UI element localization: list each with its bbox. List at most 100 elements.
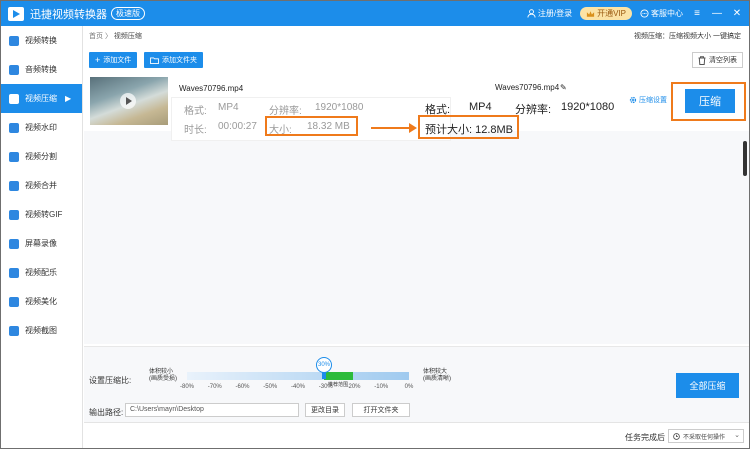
merge-icon [9, 180, 19, 191]
video-thumbnail[interactable] [90, 77, 168, 125]
sidebar-item-label: 视频转换 [25, 36, 57, 45]
output-file-name: Waves70796.mp4 [495, 83, 560, 92]
resolution-label: 分辨率: [269, 106, 302, 117]
help-center-link[interactable]: 客服中心 [640, 8, 683, 19]
compress-highlight-box [671, 82, 746, 121]
output-path-field[interactable]: C:\Users\mayn\Desktop [125, 403, 299, 417]
minimize-icon[interactable]: — [711, 8, 723, 19]
crown-icon [586, 10, 595, 17]
sidebar-item-split[interactable]: 视频分割 [1, 142, 82, 171]
compress-all-button[interactable]: 全部压缩 [676, 373, 739, 398]
sidebar-item-label: 视频转GIF [25, 210, 63, 219]
estimated-highlight-box [418, 115, 519, 139]
tick-label: -70% [207, 384, 222, 390]
sidebar-item-label: 音频转换 [25, 65, 57, 74]
page-hint: 视频压缩：压缩视频大小 一键搞定 [634, 33, 741, 40]
sidebar-item-label: 视频美化 [25, 297, 57, 306]
vip-button[interactable]: 开通VIP [580, 7, 632, 20]
watermark-icon [9, 122, 19, 133]
larger-size-note: (画质清晰) [423, 376, 451, 382]
output-resolution-value: 1920*1080 [561, 101, 615, 113]
sidebar-item-label: 屏幕录像 [25, 239, 57, 248]
active-arrow-icon: ▶ [65, 94, 72, 103]
add-file-button[interactable]: + 添加文件 [89, 52, 138, 68]
sidebar-item-video-convert[interactable]: 视频转换 [1, 26, 82, 55]
breadcrumb: 首页 〉 视频压缩 [89, 31, 142, 41]
sidebar-item-label: 视频水印 [25, 123, 57, 132]
sidebar-item-label: 视频分割 [25, 152, 57, 161]
open-folder-button[interactable]: 打开文件夹 [352, 403, 410, 417]
sidebar-item-label: 视频配乐 [25, 268, 57, 277]
annotation-arrow-icon [409, 123, 417, 133]
size-highlight-box [265, 116, 358, 136]
clear-list-label: 清空列表 [709, 57, 737, 64]
edit-icon[interactable]: ✎ [560, 83, 567, 92]
sidebar-item-watermark[interactable]: 视频水印 [1, 113, 82, 142]
title-bar: 迅捷视频转换器 极速版 注册/登录 开通VIP 客服中心 ≡ — ✕ [1, 1, 749, 26]
format-value: MP4 [218, 102, 239, 113]
breadcrumb-separator: 〉 [104, 33, 112, 40]
sidebar-item-screenshot[interactable]: 视频截图 [1, 316, 82, 345]
screen-record-icon [9, 238, 19, 249]
vip-label: 开通VIP [597, 9, 626, 18]
after-task-value: 不采取任何操作 [683, 434, 726, 441]
sidebar-item-gif[interactable]: 视频转GIF [1, 200, 82, 229]
file-item: Waves70796.mp4 格式: MP4 分辨率: 1920*1080 时长… [88, 75, 742, 141]
sidebar-item-beautify[interactable]: 视频美化 [1, 287, 82, 316]
format-label: 格式: [184, 106, 207, 117]
sidebar-item-audio-convert[interactable]: 音频转换 [1, 55, 82, 84]
compress-settings-link[interactable]: 压缩设置 [629, 95, 667, 105]
chevron-down-icon: ⌄ [734, 432, 740, 439]
ratio-slider-handle[interactable]: 30% [316, 357, 332, 373]
clear-list-button[interactable]: 清空列表 [692, 52, 743, 68]
app-logo-icon [8, 6, 24, 21]
duration-label: 时长: [184, 125, 207, 136]
video-compress-icon [9, 93, 19, 104]
add-folder-button[interactable]: 添加文件夹 [144, 52, 203, 68]
ratio-slider-track[interactable] [187, 372, 409, 380]
after-task-label: 任务完成后 [625, 433, 665, 442]
login-label: 注册/登录 [537, 9, 573, 18]
help-label: 客服中心 [651, 9, 683, 18]
chat-icon [640, 9, 649, 18]
add-file-label: 添加文件 [103, 57, 132, 64]
gif-icon [9, 209, 19, 220]
sidebar-item-screen-record[interactable]: 屏幕录像 [1, 229, 82, 258]
menu-icon[interactable]: ≡ [691, 8, 703, 19]
compress-settings-label: 压缩设置 [639, 97, 667, 104]
sidebar: 视频转换 音频转换 视频压缩 ▶ 视频水印 视频分割 视频合并 视频转GIF 屏幕… [1, 26, 83, 448]
breadcrumb-home[interactable]: 首页 [89, 33, 103, 40]
play-icon[interactable] [120, 93, 136, 109]
after-task-select[interactable]: 不采取任何操作 ⌄ [668, 429, 744, 443]
sidebar-item-label: 视频压缩 [25, 94, 57, 103]
change-directory-button[interactable]: 更改目录 [305, 403, 345, 417]
compress-settings-panel: 设置压缩比: 体积较小 (画质受损) 30% 推荐范围 -80% -70% -6… [84, 346, 749, 422]
user-icon [527, 9, 536, 18]
close-icon[interactable]: ✕ [731, 8, 743, 19]
music-icon [9, 267, 19, 278]
slider-ticks: -80% -70% -60% -50% -40% -30% -20% -10% … [180, 384, 413, 392]
folder-icon [150, 56, 159, 64]
scrollbar[interactable] [743, 141, 747, 176]
sidebar-item-video-compress[interactable]: 视频压缩 ▶ [1, 84, 82, 113]
sidebar-item-label: 视频截图 [25, 326, 57, 335]
tick-label: -20% [346, 384, 361, 390]
smaller-size-label: 体积较小 [149, 369, 174, 375]
sidebar-item-music[interactable]: 视频配乐 [1, 258, 82, 287]
app-title: 迅捷视频转换器 [30, 8, 107, 21]
tick-label: 0% [404, 384, 414, 390]
trash-icon [698, 55, 706, 65]
tick-label: -60% [235, 384, 250, 390]
login-link[interactable]: 注册/登录 [527, 8, 572, 19]
annotation-arrow-line [371, 127, 411, 129]
tick-label: -80% [179, 384, 195, 390]
resolution-value: 1920*1080 [315, 102, 364, 113]
clock-icon [673, 432, 680, 440]
sidebar-item-merge[interactable]: 视频合并 [1, 171, 82, 200]
plus-icon: + [95, 55, 101, 65]
source-file-name: Waves70796.mp4 [179, 84, 244, 93]
smaller-size-note: (画质受损) [149, 376, 177, 382]
tick-label: -50% [263, 384, 278, 390]
tick-label: -40% [290, 384, 306, 390]
sidebar-item-label: 视频合并 [25, 181, 57, 190]
